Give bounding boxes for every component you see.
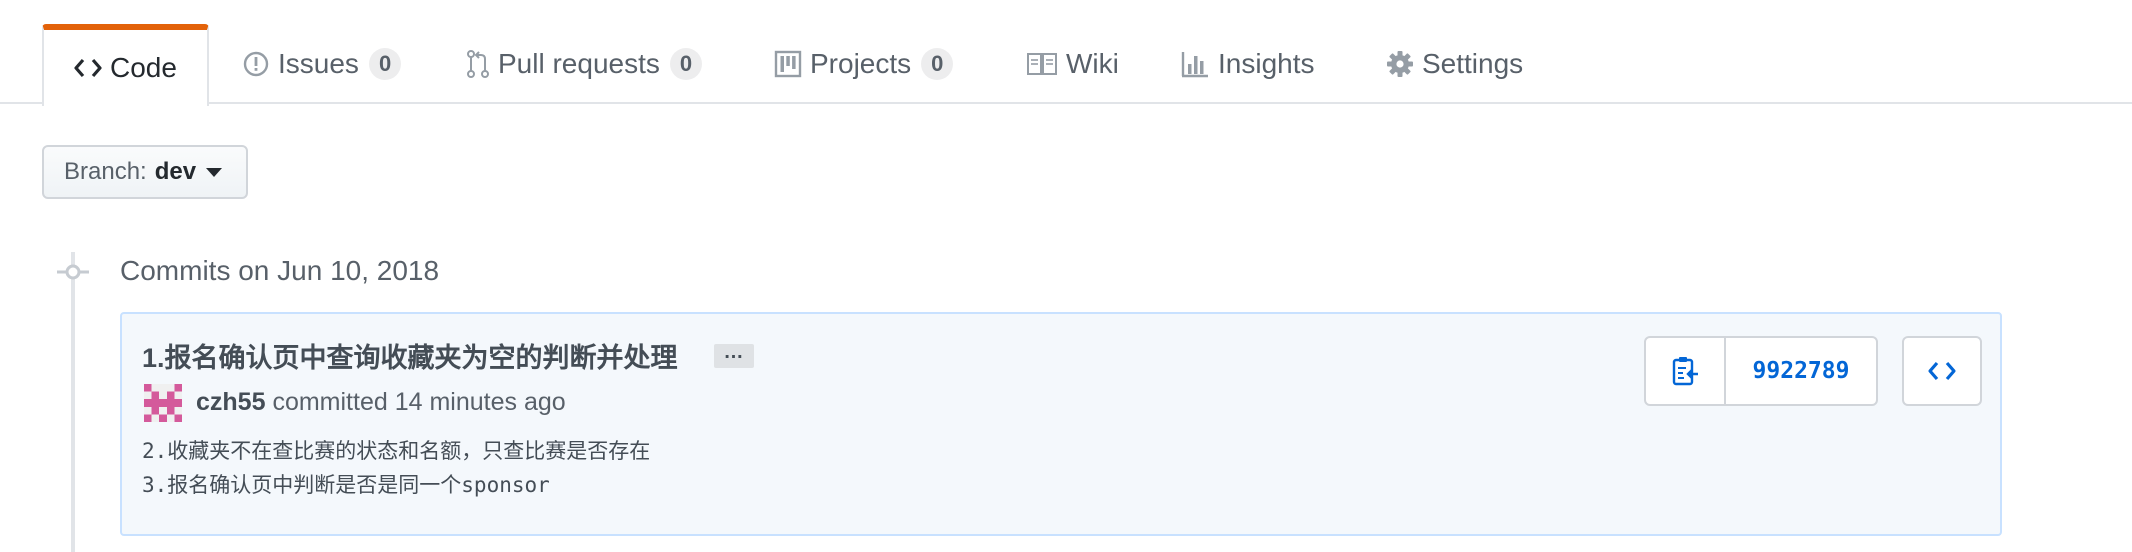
commit-relative-time: 14 minutes ago xyxy=(394,388,566,416)
commit-sha-group: 9922789 xyxy=(1644,336,1878,406)
commit-title-link[interactable]: 1.报名确认页中查询收藏夹为空的判断并处理 xyxy=(142,336,678,375)
commit-description: 2.收藏夹不在查比赛的状态和名额，只查比赛是否存在 3.报名确认页中判断是否是同一… xyxy=(142,434,650,502)
tab-pull-requests[interactable]: Pull requests 0 xyxy=(466,24,703,104)
branch-name: dev xyxy=(154,158,197,185)
tab-projects-label: Projects xyxy=(810,48,912,79)
avatar[interactable] xyxy=(144,384,182,422)
branch-select-button[interactable]: Branch: dev xyxy=(42,145,248,199)
branch-label: Branch: xyxy=(64,158,147,185)
commit-author-link[interactable]: czh55 xyxy=(196,388,265,416)
browse-repo-at-commit-button[interactable] xyxy=(1902,336,1982,406)
commit-meta: czh55 committed 14 minutes ago xyxy=(196,388,566,417)
git-pull-request-icon xyxy=(466,49,490,79)
clippy-icon xyxy=(1672,357,1698,386)
tab-issues-label: Issues xyxy=(278,48,359,79)
commit-description-line: 2.收藏夹不在查比赛的状态和名额，只查比赛是否存在 xyxy=(142,439,651,463)
code-icon xyxy=(74,57,102,79)
tab-code[interactable]: Code xyxy=(42,24,209,106)
commit-description-line: 3.报名确认页中判断是否是同一个sponsor xyxy=(142,473,550,497)
tab-issues[interactable]: Issues 0 xyxy=(242,24,402,104)
tab-insights-label: Insights xyxy=(1218,48,1315,79)
issue-opened-icon xyxy=(242,50,270,78)
projects-count-badge: 0 xyxy=(921,48,954,80)
copy-sha-button[interactable] xyxy=(1646,338,1726,404)
caret-down-icon xyxy=(206,167,223,177)
commit-action-text: committed xyxy=(272,388,388,416)
graph-icon xyxy=(1180,50,1210,78)
gear-icon xyxy=(1386,50,1414,78)
commit-item: 1.报名确认页中查询收藏夹为空的判断并处理 … czh55 committed … xyxy=(120,312,2002,536)
code-icon xyxy=(1928,361,1956,381)
pull-requests-count-badge: 0 xyxy=(669,48,703,80)
commit-group-title: Commits on Jun 10, 2018 xyxy=(120,255,440,286)
tab-insights[interactable]: Insights xyxy=(1180,24,1315,104)
tab-pull-requests-label: Pull requests xyxy=(498,48,660,79)
git-commit-icon xyxy=(57,264,89,280)
timeline-line xyxy=(71,252,75,552)
tab-wiki[interactable]: Wiki xyxy=(1026,24,1119,104)
tab-code-label: Code xyxy=(110,52,177,83)
tab-settings-label: Settings xyxy=(1422,48,1524,79)
commit-sha-link[interactable]: 9922789 xyxy=(1726,338,1876,404)
repo-nav: Code Issues 0 Pull requests 0 Projects 0… xyxy=(0,0,2132,106)
tab-projects[interactable]: Projects 0 xyxy=(774,24,954,104)
expand-commit-message-button[interactable]: … xyxy=(714,342,754,368)
issues-count-badge: 0 xyxy=(368,48,402,80)
project-icon xyxy=(774,50,802,78)
tab-wiki-label: Wiki xyxy=(1066,48,1119,79)
tab-settings[interactable]: Settings xyxy=(1386,24,1523,104)
book-icon xyxy=(1026,52,1058,76)
